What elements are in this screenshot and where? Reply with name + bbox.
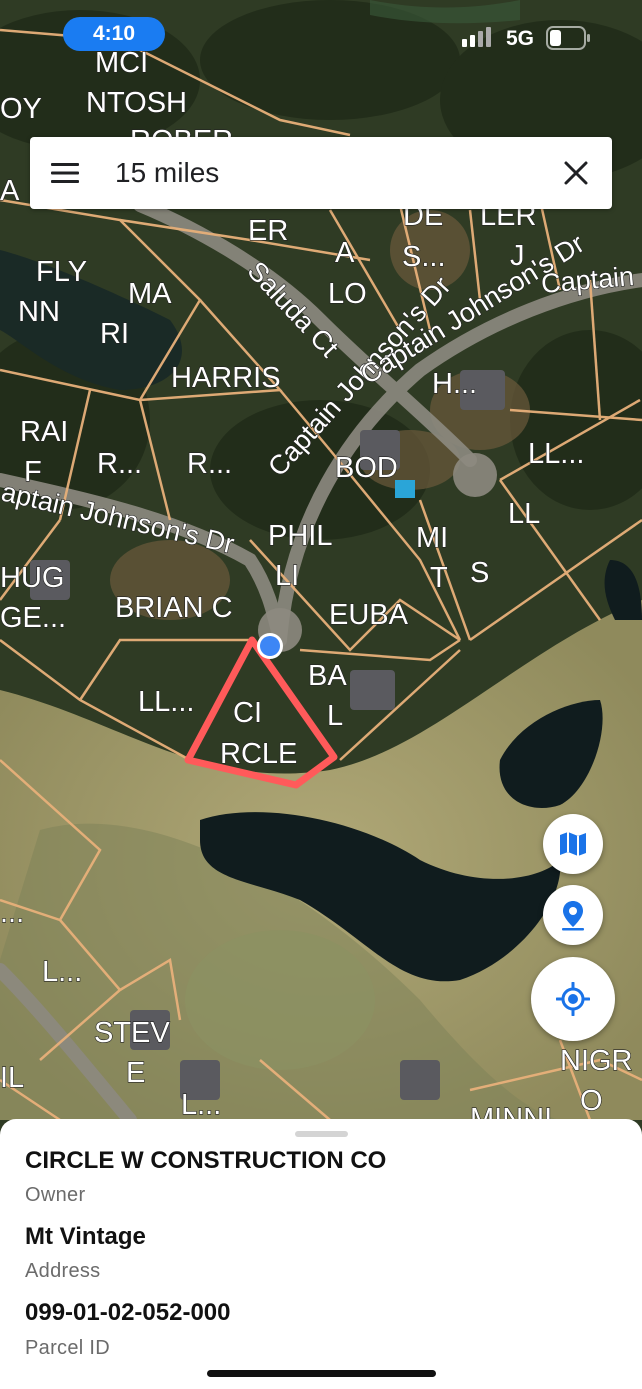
- cellular-signal-icon: [462, 27, 491, 47]
- parcel-label: NN: [18, 296, 60, 328]
- sheet-drag-handle[interactable]: [295, 1131, 348, 1137]
- parcel-label: LL: [508, 498, 540, 530]
- parcel-label: RCLE: [220, 738, 297, 770]
- parcel-label: FLY: [36, 256, 87, 288]
- parcel-label: S...: [402, 241, 446, 273]
- parcel-label: S: [470, 557, 489, 589]
- parcel-id-label: Parcel ID: [25, 1337, 110, 1359]
- search-query[interactable]: 15 miles: [115, 157, 219, 189]
- parcel-label: BA: [308, 660, 347, 692]
- parcel-label: H...: [432, 368, 477, 400]
- parcel-label: ER: [248, 215, 288, 247]
- parcel-label: L...: [181, 1089, 221, 1121]
- search-bar[interactable]: 15 miles: [30, 137, 612, 209]
- home-indicator[interactable]: [207, 1370, 436, 1377]
- parcel-label: NTOSH: [86, 87, 187, 119]
- my-location-button[interactable]: [531, 957, 615, 1041]
- parcel-label: A: [0, 175, 20, 207]
- parcel-label: ...: [0, 897, 24, 929]
- owner-value: CIRCLE W CONSTRUCTION CO: [25, 1147, 387, 1174]
- parcel-label: STEV: [94, 1017, 170, 1049]
- parcel-label: NIGR: [560, 1045, 633, 1077]
- parcel-label: MI: [416, 522, 448, 554]
- parcel-label: L: [327, 700, 343, 732]
- parcel-label: BOD: [335, 452, 398, 484]
- parcel-details-sheet[interactable]: CIRCLE W CONSTRUCTION CO Owner Mt Vintag…: [0, 1119, 642, 1389]
- address-label: Address: [25, 1260, 101, 1282]
- drop-pin-button[interactable]: [543, 885, 603, 945]
- parcel-label: LL...: [528, 438, 584, 470]
- close-icon[interactable]: [563, 160, 589, 186]
- parcel-label: L...: [42, 956, 82, 988]
- parcel-label: PHIL: [268, 520, 332, 552]
- status-time: 4:10: [63, 17, 165, 51]
- map-layers-button[interactable]: [543, 814, 603, 874]
- parcel-label: O: [580, 1085, 603, 1117]
- map-layers-icon: [560, 832, 586, 856]
- parcel-label: EUBA: [329, 599, 409, 631]
- parcel-label: RI: [100, 318, 129, 350]
- parcel-label: R...: [187, 448, 232, 480]
- status-bar: 4:10 5G: [0, 0, 642, 70]
- owner-label: Owner: [25, 1184, 86, 1206]
- parcel-label: A: [335, 237, 355, 269]
- parcel-label: GE...: [0, 602, 66, 634]
- parcel-label: IL: [0, 1062, 24, 1094]
- hamburger-menu-icon[interactable]: [51, 161, 81, 185]
- network-type: 5G: [506, 27, 535, 50]
- parcel-label: R...: [97, 448, 142, 480]
- parcel-label: BRIAN C: [115, 592, 233, 624]
- parcel-label: HUG: [0, 562, 64, 594]
- parcel-label: LO: [328, 278, 367, 310]
- address-value: Mt Vintage: [25, 1223, 146, 1250]
- battery-icon: [546, 26, 590, 50]
- parcel-label: OY: [0, 93, 42, 125]
- parcel-label: CI: [233, 697, 262, 729]
- parcel-label: MA: [128, 278, 172, 310]
- parcel-label: RAI: [20, 416, 68, 448]
- parcel-label: T: [430, 562, 448, 594]
- parcel-label: HARRIS: [171, 362, 281, 394]
- parcel-id-value: 099-01-02-052-000: [25, 1299, 231, 1326]
- location-pin-icon: [562, 901, 584, 931]
- parcel-label: E: [126, 1057, 145, 1089]
- my-location-icon: [556, 982, 590, 1016]
- parcel-label: LL...: [138, 686, 194, 718]
- parcel-label: LI: [275, 560, 299, 592]
